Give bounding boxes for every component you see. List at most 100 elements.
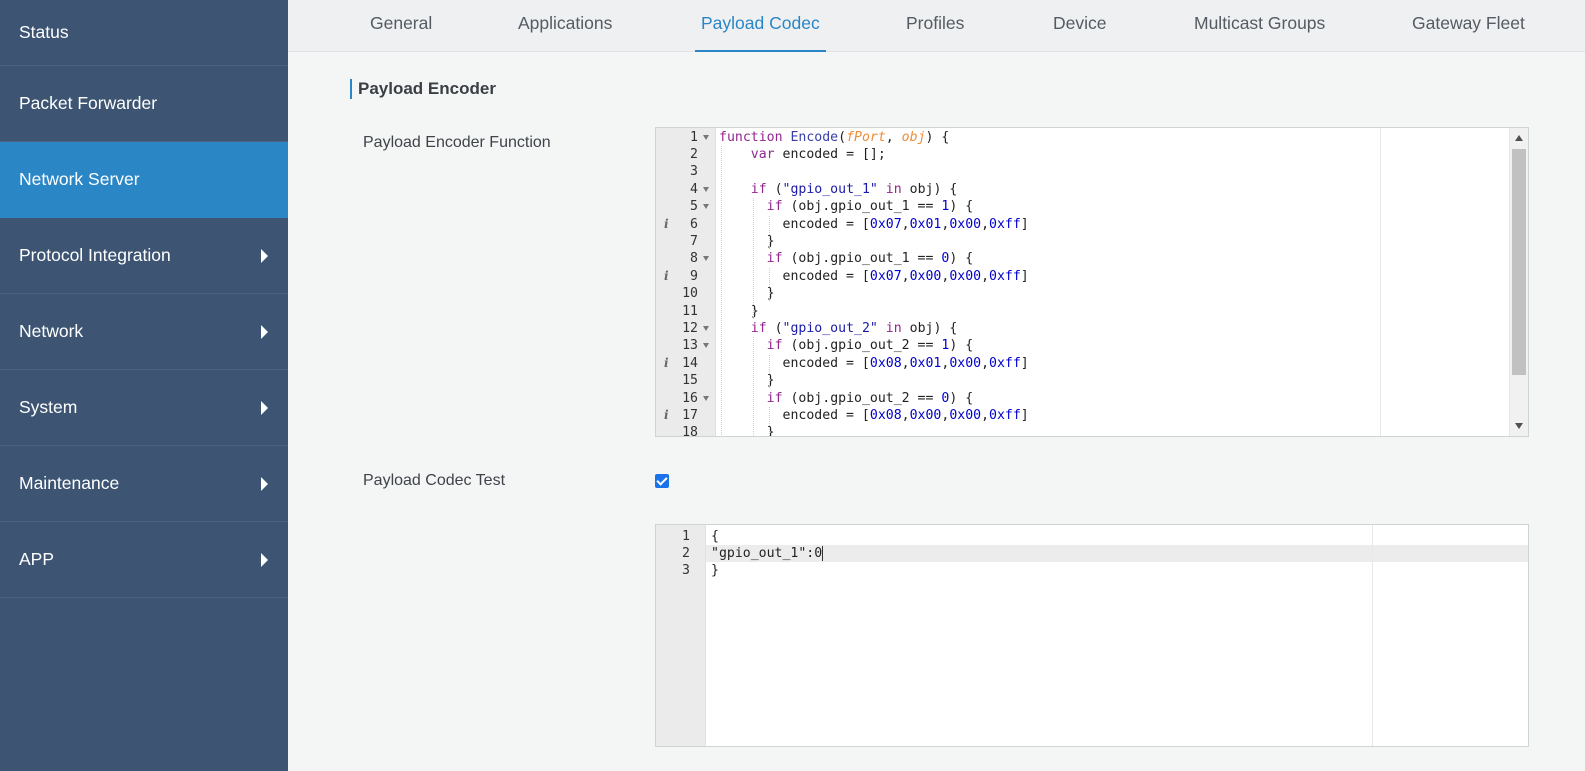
caret-right-icon bbox=[261, 248, 268, 263]
tab-multicast-groups[interactable]: Multicast Groups bbox=[1194, 0, 1325, 52]
sidebar-item-label: Status bbox=[19, 22, 69, 42]
scroll-down-icon[interactable] bbox=[1515, 423, 1523, 429]
fold-arrow-icon[interactable] bbox=[703, 395, 709, 401]
sidebar-item-packet-forwarder[interactable]: Packet Forwarder bbox=[0, 66, 288, 142]
line-number: 17 bbox=[682, 407, 698, 423]
line-number: 10 bbox=[682, 286, 698, 302]
indent-guide bbox=[721, 145, 722, 436]
print-margin bbox=[1380, 128, 1381, 436]
tab-profiles[interactable]: Profiles bbox=[906, 0, 964, 52]
line-number: 18 bbox=[682, 425, 698, 437]
fold-arrow-icon[interactable] bbox=[703, 134, 709, 140]
text-cursor bbox=[822, 546, 824, 562]
line-number: 15 bbox=[682, 373, 698, 389]
encoder-function-label: Payload Encoder Function bbox=[363, 134, 551, 151]
fold-arrow-icon[interactable] bbox=[703, 325, 709, 331]
sidebar-item-network[interactable]: Network bbox=[0, 294, 288, 370]
indent-guide bbox=[769, 354, 770, 390]
info-annotation-icon[interactable]: i bbox=[664, 216, 669, 233]
caret-right-icon bbox=[261, 324, 268, 339]
code-line: if (obj.gpio_out_1 == 0) { bbox=[766, 251, 974, 267]
code-line: encoded = [0x07,0x00,0x00,0xff] bbox=[782, 268, 1029, 284]
line-number: 5 bbox=[690, 199, 698, 215]
code-line: if (obj.gpio_out_2 == 1) { bbox=[766, 338, 974, 354]
code-line: function Encode(fPort, obj) { bbox=[719, 129, 950, 145]
tab-general[interactable]: General bbox=[370, 0, 432, 52]
editor-scrollbar[interactable] bbox=[1509, 128, 1528, 436]
indent-guide bbox=[769, 215, 770, 251]
code-line: } bbox=[719, 286, 775, 302]
sidebar-item-system[interactable]: System bbox=[0, 370, 288, 446]
tab-applications[interactable]: Applications bbox=[518, 0, 612, 52]
line-number: 9 bbox=[690, 268, 698, 284]
line-number: 13 bbox=[682, 338, 698, 354]
code-line: } bbox=[719, 233, 775, 249]
sidebar-item-label: Network Server bbox=[19, 169, 140, 189]
codec-test-label: Payload Codec Test bbox=[363, 472, 506, 489]
fold-arrow-icon[interactable] bbox=[703, 343, 709, 349]
indent-guide bbox=[753, 337, 754, 436]
info-annotation-icon[interactable]: i bbox=[664, 355, 669, 372]
fold-arrow-icon[interactable] bbox=[703, 186, 709, 192]
code-line: } bbox=[719, 373, 775, 389]
line-number: 1 bbox=[690, 129, 698, 145]
sidebar-item-maintenance[interactable]: Maintenance bbox=[0, 446, 288, 522]
test-input-editor[interactable]: 1 {2 "gpio_out_1":0 3} bbox=[655, 524, 1529, 747]
line-number: 16 bbox=[682, 390, 698, 406]
tab-bar: General Applications Payload Codec Profi… bbox=[288, 0, 1585, 52]
fold-arrow-icon[interactable] bbox=[703, 256, 709, 262]
line-number: 14 bbox=[682, 355, 698, 371]
tab-payload-codec[interactable]: Payload Codec bbox=[695, 0, 826, 52]
caret-right-icon bbox=[261, 552, 268, 567]
indent-guide bbox=[769, 406, 770, 436]
sidebar-item-network-server[interactable]: Network Server bbox=[0, 142, 288, 218]
line-number: 11 bbox=[682, 303, 698, 319]
fold-arrow-icon[interactable] bbox=[703, 204, 709, 210]
sidebar-item-status[interactable]: Status bbox=[0, 0, 288, 66]
line-number: 1 bbox=[682, 528, 690, 544]
sidebar-item-label: Maintenance bbox=[19, 473, 120, 493]
sidebar-item-label: Packet Forwarder bbox=[19, 93, 158, 113]
tab-device[interactable]: Device bbox=[1053, 0, 1107, 52]
code-line: if (obj.gpio_out_1 == 1) { bbox=[766, 199, 974, 215]
code-line: encoded = [0x08,0x00,0x00,0xff] bbox=[782, 407, 1029, 423]
sidebar-item-label: Network bbox=[19, 321, 84, 341]
code-line: } bbox=[719, 425, 775, 437]
caret-right-icon bbox=[261, 400, 268, 415]
line-number: 3 bbox=[690, 164, 698, 180]
line-number: 7 bbox=[690, 233, 698, 249]
sidebar-item-app[interactable]: APP bbox=[0, 522, 288, 598]
code-line: if ("gpio_out_1" in obj) { bbox=[750, 181, 958, 197]
info-annotation-icon[interactable]: i bbox=[664, 268, 669, 285]
code-line: encoded = [0x08,0x01,0x00,0xff] bbox=[782, 355, 1029, 371]
indent-guide bbox=[769, 267, 770, 303]
line-number: 4 bbox=[690, 181, 698, 197]
sidebar-item-label: APP bbox=[19, 549, 55, 569]
line-number: 2 bbox=[682, 545, 690, 561]
caret-right-icon bbox=[261, 476, 268, 491]
sidebar-item-label: Protocol Integration bbox=[19, 245, 171, 265]
line-number: 12 bbox=[682, 320, 698, 336]
code-line: var encoded = []; bbox=[750, 146, 886, 162]
code-line: if ("gpio_out_2" in obj) { bbox=[750, 320, 958, 336]
info-annotation-icon[interactable]: i bbox=[664, 407, 669, 424]
code-line: encoded = [0x07,0x01,0x00,0xff] bbox=[782, 216, 1029, 232]
scroll-thumb[interactable] bbox=[1512, 149, 1526, 375]
line-number: 3 bbox=[682, 563, 690, 579]
tab-gateway-fleet[interactable]: Gateway Fleet bbox=[1412, 0, 1525, 52]
codec-test-checkbox[interactable] bbox=[655, 474, 669, 488]
scroll-up-icon[interactable] bbox=[1515, 135, 1523, 141]
code-line: "gpio_out_1":0 bbox=[711, 545, 823, 561]
line-number: 6 bbox=[690, 216, 698, 232]
print-margin bbox=[1372, 525, 1373, 746]
code-line: { bbox=[711, 528, 719, 544]
line-number: 2 bbox=[690, 146, 698, 162]
code-line: } bbox=[711, 563, 719, 579]
code-line: if (obj.gpio_out_2 == 0) { bbox=[766, 390, 974, 406]
sidebar: Status Packet Forwarder Network Server P… bbox=[0, 0, 288, 771]
encoder-code-editor[interactable]: 1 function Encode(fPort, obj) { 2 var enco… bbox=[655, 127, 1529, 437]
sidebar-item-protocol-integration[interactable]: Protocol Integration bbox=[0, 218, 288, 294]
indent-guide bbox=[753, 198, 754, 320]
sidebar-item-label: System bbox=[19, 397, 78, 417]
line-number: 8 bbox=[690, 251, 698, 267]
